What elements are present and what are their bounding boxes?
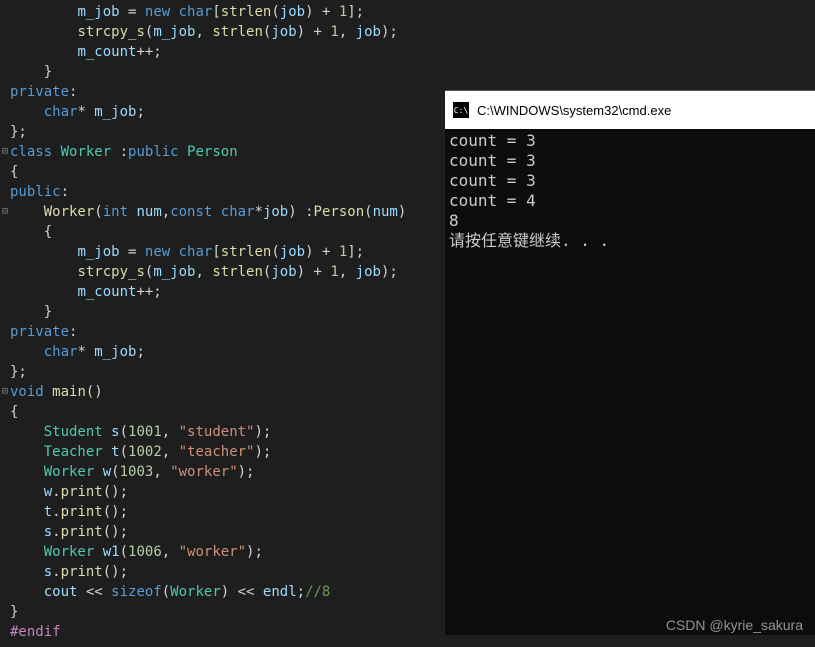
terminal-title: C:\WINDOWS\system32\cmd.exe [477, 103, 671, 118]
code-line[interactable]: Worker w1(1006, "worker"); [10, 542, 445, 562]
code-line[interactable]: } [10, 302, 445, 322]
code-line[interactable]: ⊟ Worker(int num,const char*job) :Person… [10, 202, 445, 222]
fold-marker-icon[interactable]: ⊟ [0, 142, 10, 162]
terminal-output[interactable]: count = 3 count = 3 count = 3 count = 4 … [445, 129, 815, 253]
code-line[interactable]: t.print(); [10, 502, 445, 522]
code-line[interactable]: }; [10, 122, 445, 142]
code-line[interactable]: { [10, 162, 445, 182]
cmd-icon: C:\ [453, 102, 469, 118]
code-line[interactable]: m_count++; [10, 282, 445, 302]
code-line[interactable]: strcpy_s(m_job, strlen(job) + 1, job); [10, 22, 445, 42]
watermark: CSDN @kyrie_sakura [666, 617, 803, 633]
code-line[interactable]: char* m_job; [10, 102, 445, 122]
code-line[interactable]: char* m_job; [10, 342, 445, 362]
code-line[interactable]: Student s(1001, "student"); [10, 422, 445, 442]
terminal-titlebar[interactable]: C:\ C:\WINDOWS\system32\cmd.exe [445, 91, 815, 129]
code-line[interactable]: w.print(); [10, 482, 445, 502]
code-line[interactable]: private: [10, 82, 445, 102]
code-line[interactable]: ⊟void main() [10, 382, 445, 402]
fold-marker-icon[interactable]: ⊟ [0, 202, 10, 222]
code-line[interactable]: m_job = new char[strlen(job) + 1]; [10, 2, 445, 22]
code-line[interactable]: private: [10, 322, 445, 342]
code-line[interactable]: m_count++; [10, 42, 445, 62]
code-line[interactable]: public: [10, 182, 445, 202]
terminal-window: C:\ C:\WINDOWS\system32\cmd.exe count = … [445, 90, 815, 635]
code-line[interactable]: { [10, 402, 445, 422]
fold-marker-icon[interactable]: ⊟ [0, 382, 10, 402]
code-line[interactable]: cout << sizeof(Worker) << endl;//8 [10, 582, 445, 602]
code-line[interactable]: } [10, 602, 445, 622]
code-line[interactable]: Worker w(1003, "worker"); [10, 462, 445, 482]
code-line[interactable]: #endif [10, 622, 445, 642]
code-line[interactable]: strcpy_s(m_job, strlen(job) + 1, job); [10, 262, 445, 282]
code-editor[interactable]: m_job = new char[strlen(job) + 1]; strcp… [0, 0, 445, 647]
code-line[interactable]: }; [10, 362, 445, 382]
code-line[interactable]: m_job = new char[strlen(job) + 1]; [10, 242, 445, 262]
code-line[interactable]: s.print(); [10, 522, 445, 542]
code-line[interactable]: ⊟class Worker :public Person [10, 142, 445, 162]
code-line[interactable]: { [10, 222, 445, 242]
code-line[interactable]: s.print(); [10, 562, 445, 582]
code-line[interactable]: } [10, 62, 445, 82]
code-line[interactable]: Teacher t(1002, "teacher"); [10, 442, 445, 462]
